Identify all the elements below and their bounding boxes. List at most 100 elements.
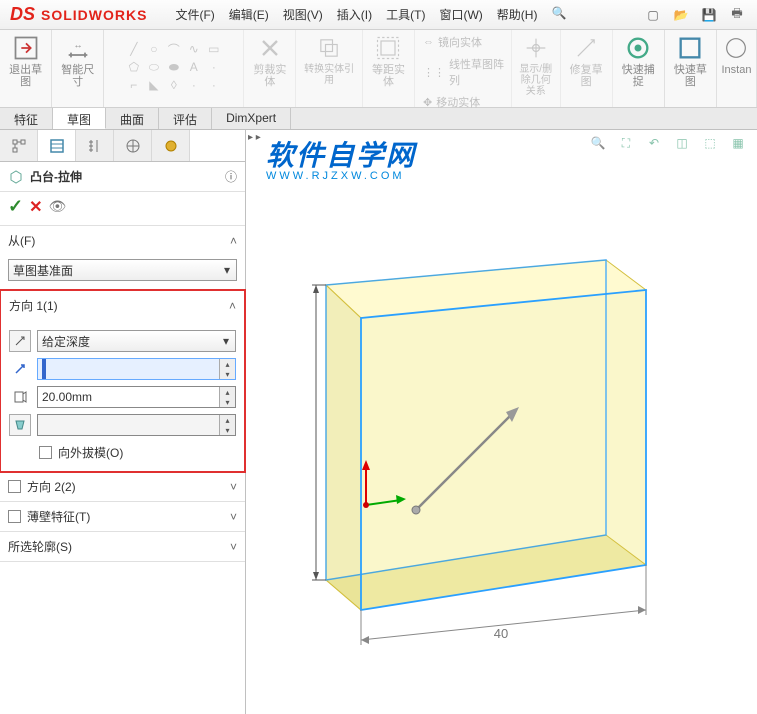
end-condition-dropdown[interactable]: 给定深度 bbox=[37, 330, 236, 352]
panel-tabs bbox=[0, 130, 245, 162]
ellipse-icon[interactable]: ⬬ bbox=[165, 58, 183, 76]
ribbon-convert[interactable]: 转换实体引用 bbox=[296, 30, 362, 107]
panel-tab-property-manager[interactable] bbox=[38, 130, 76, 161]
tab-surface[interactable]: 曲面 bbox=[106, 108, 159, 129]
depth-input[interactable]: 20.00mm ▴▾ bbox=[37, 386, 236, 408]
depth-icon bbox=[9, 386, 31, 408]
section-dir2-header[interactable]: 方向 2(2) ˅ bbox=[0, 472, 245, 501]
spin-down[interactable]: ▾ bbox=[219, 397, 235, 407]
ribbon-trim[interactable]: 剪裁实体 bbox=[244, 30, 296, 107]
view-orient-icon[interactable]: ⬚ bbox=[699, 132, 721, 154]
panel-tab-config[interactable] bbox=[76, 130, 114, 161]
svg-text:↔: ↔ bbox=[73, 40, 82, 50]
ribbon-quick-sketch[interactable]: 快速草图 bbox=[665, 30, 717, 107]
panel-tab-feature-tree[interactable] bbox=[0, 130, 38, 161]
logo-text: SOLIDWORKS bbox=[41, 7, 147, 23]
title-bar: DS SOLIDWORKS 文件(F) 编辑(E) 视图(V) 插入(I) 工具… bbox=[0, 0, 757, 30]
cancel-button[interactable]: ✕ bbox=[29, 197, 42, 217]
menu-edit[interactable]: 编辑(E) bbox=[223, 2, 275, 27]
spin-up[interactable]: ▴ bbox=[219, 387, 235, 397]
spin-up[interactable]: ▴ bbox=[219, 359, 235, 369]
section-dir1-header[interactable]: 方向 1(1) ˄ bbox=[1, 291, 244, 320]
help-icon[interactable]: ⓘ bbox=[225, 168, 237, 185]
dir2-checkbox[interactable] bbox=[8, 480, 21, 493]
spin-down[interactable]: ▾ bbox=[219, 369, 235, 379]
flyout-tree-icon[interactable]: ▸ ▸ bbox=[248, 132, 261, 143]
thin-checkbox[interactable] bbox=[8, 510, 21, 523]
menu-search-icon[interactable]: 🔍 bbox=[545, 2, 572, 27]
draft-outward-checkbox[interactable] bbox=[39, 446, 52, 459]
spin-up[interactable]: ▴ bbox=[219, 415, 235, 425]
tab-feature[interactable]: 特征 bbox=[0, 108, 53, 129]
menu-help[interactable]: 帮助(H) bbox=[491, 2, 544, 27]
ok-button[interactable]: ✓ bbox=[8, 196, 23, 217]
move-icon[interactable]: ✥ bbox=[423, 96, 432, 109]
spline-icon[interactable]: ∿ bbox=[185, 40, 203, 58]
menu-insert[interactable]: 插入(I) bbox=[331, 2, 378, 27]
ribbon-repair[interactable]: 修复草图 bbox=[561, 30, 613, 107]
spin-down[interactable]: ▾ bbox=[219, 425, 235, 435]
slot-icon[interactable]: ⬭ bbox=[145, 58, 163, 76]
circle-icon[interactable]: ○ bbox=[145, 40, 163, 58]
from-dropdown[interactable]: 草图基准面 bbox=[8, 259, 237, 281]
rect-icon[interactable]: ▭ bbox=[205, 40, 223, 58]
pm-title: 凸台-拉伸 bbox=[30, 168, 82, 185]
section-contours: 所选轮廓(S) ˅ bbox=[0, 532, 245, 562]
direction-reference-input[interactable]: ▴▾ bbox=[37, 358, 236, 380]
menu-view[interactable]: 视图(V) bbox=[277, 2, 329, 27]
section-direction2: 方向 2(2) ˅ bbox=[0, 472, 245, 502]
tab-evaluate[interactable]: 评估 bbox=[159, 108, 212, 129]
reverse-direction-icon[interactable] bbox=[9, 330, 31, 352]
poly-icon[interactable]: ⬠ bbox=[125, 58, 143, 76]
draft-angle-input[interactable]: ▴▾ bbox=[37, 414, 236, 436]
mirror-icon[interactable]: ⇔ bbox=[423, 36, 434, 48]
print-icon[interactable]: 🖶 bbox=[727, 5, 747, 25]
new-doc-icon[interactable]: ▢ bbox=[643, 5, 663, 25]
direction-arrow-icon[interactable] bbox=[9, 358, 31, 380]
dim-height: 40 bbox=[306, 421, 309, 435]
section-contours-header[interactable]: 所选轮廓(S) ˅ bbox=[0, 532, 245, 561]
text-icon[interactable]: A bbox=[185, 58, 203, 76]
ribbon-snap[interactable]: 快速捕捉 bbox=[613, 30, 665, 107]
section-thin: 薄壁特征(T) ˅ bbox=[0, 502, 245, 532]
section-view-icon[interactable]: ◫ bbox=[671, 132, 693, 154]
ribbon-exit-sketch[interactable]: 退出草图 bbox=[0, 30, 52, 107]
menu-window[interactable]: 窗口(W) bbox=[433, 2, 488, 27]
tab-sketch[interactable]: 草图 bbox=[53, 108, 106, 129]
line-icon[interactable]: ╱ bbox=[125, 40, 143, 58]
ribbon: 退出草图 ↔ 智能尺寸 ╱ ○ ⌒ ∿ ▭ ⬠ ⬭ ⬬ A · ⌐ ◣ ◊ · … bbox=[0, 30, 757, 108]
ribbon-offset[interactable]: 等距实体 bbox=[363, 30, 415, 107]
pattern-icon[interactable]: ⋮⋮ bbox=[423, 66, 445, 79]
chevron-up-icon: ˄ bbox=[230, 234, 237, 248]
section-direction1: 方向 1(1) ˄ 给定深度 ▴▾ bbox=[0, 289, 246, 473]
model-preview: 40 40 bbox=[306, 210, 676, 690]
tab-dimxpert[interactable]: DimXpert bbox=[212, 108, 291, 129]
boss-extrude-icon bbox=[8, 169, 24, 185]
section-thin-header[interactable]: 薄壁特征(T) ˅ bbox=[0, 502, 245, 531]
panel-tab-dimxpert[interactable] bbox=[114, 130, 152, 161]
arc-icon[interactable]: ⌒ bbox=[165, 40, 183, 58]
ribbon-smart-dim[interactable]: ↔ 智能尺寸 bbox=[52, 30, 104, 107]
menu-file[interactable]: 文件(F) bbox=[169, 2, 220, 27]
zoom-area-icon[interactable]: ⛶ bbox=[615, 132, 637, 154]
preview-icon[interactable]: 👁 bbox=[49, 198, 67, 215]
section-from-header[interactable]: 从(F) ˄ bbox=[0, 226, 245, 255]
more2-icon[interactable]: · bbox=[205, 76, 223, 94]
point-icon[interactable]: · bbox=[205, 58, 223, 76]
graphics-viewport[interactable]: ▸ ▸ 软件自学网 WWW.RJZXW.COM 🔍 ⛶ ↶ ◫ ⬚ ▦ bbox=[246, 130, 757, 714]
more1-icon[interactable]: · bbox=[185, 76, 203, 94]
command-tabs: 特征 草图 曲面 评估 DimXpert bbox=[0, 108, 757, 130]
zoom-fit-icon[interactable]: 🔍 bbox=[587, 132, 609, 154]
ribbon-instant[interactable]: Instan bbox=[717, 30, 757, 107]
display-style-icon[interactable]: ▦ bbox=[727, 132, 749, 154]
plane-icon[interactable]: ◊ bbox=[165, 76, 183, 94]
chamfer-icon[interactable]: ◣ bbox=[145, 76, 163, 94]
panel-tab-display[interactable] bbox=[152, 130, 190, 161]
open-doc-icon[interactable]: 📂 bbox=[671, 5, 691, 25]
save-icon[interactable]: 💾 bbox=[699, 5, 719, 25]
menu-tools[interactable]: 工具(T) bbox=[380, 2, 431, 27]
fillet-icon[interactable]: ⌐ bbox=[125, 76, 143, 94]
draft-icon[interactable] bbox=[9, 414, 31, 436]
prev-view-icon[interactable]: ↶ bbox=[643, 132, 665, 154]
ribbon-relations[interactable]: 显示/删除几何关系 bbox=[512, 30, 561, 107]
